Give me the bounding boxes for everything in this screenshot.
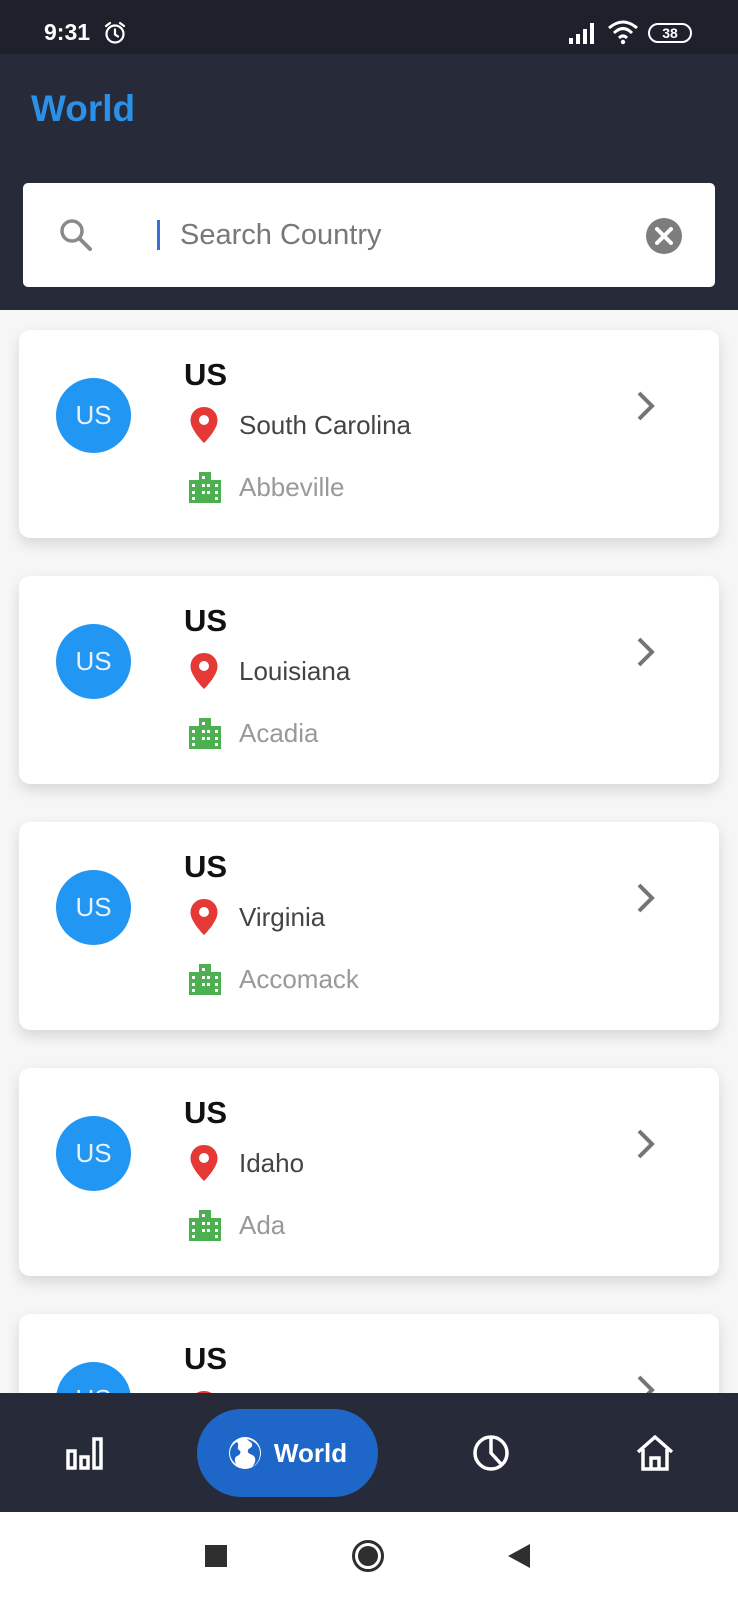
county-name: Abbeville [239,472,345,502]
app-header: World [0,54,738,310]
county-name: Acadia [239,718,319,748]
bottom-navigation: World [0,1393,738,1512]
bar-chart-icon [66,1436,103,1470]
nav-home[interactable] [626,1393,684,1512]
search-bar[interactable] [23,183,715,287]
home-button-icon[interactable] [351,1539,385,1573]
state-name: South Carolina [239,410,411,440]
location-card[interactable]: US US Idaho Ada [19,1068,719,1276]
state-name: Idaho [239,1148,305,1178]
status-bar: 9:31 38 [0,0,738,54]
pie-chart-icon [473,1434,509,1471]
wifi-icon [608,20,638,45]
nav-stats[interactable] [56,1393,114,1512]
location-card[interactable]: US US Louisiana Acadia [19,576,719,784]
nav-world[interactable]: World [197,1409,378,1497]
county-name: Ada [239,1210,286,1240]
back-icon[interactable] [507,1543,531,1569]
building-icon [189,718,221,749]
status-time: 9:31 [44,19,91,45]
recent-apps-icon[interactable] [205,1545,227,1567]
chevron-right-icon[interactable] [633,1127,659,1161]
country-avatar: US [56,1362,131,1393]
signal-icon [569,23,594,44]
page-title: World [31,88,136,129]
alarm-icon [104,21,126,44]
chevron-right-icon[interactable] [633,1373,659,1393]
battery-indicator: 38 [648,23,692,43]
location-card[interactable]: US US Virginia Accomack [19,822,719,1030]
country-name: US [184,1095,228,1130]
search-icon [60,219,92,251]
home-icon [636,1434,674,1471]
nav-world-label: World [273,1437,348,1468]
building-icon [189,1210,221,1241]
state-name: Virginia [239,902,326,932]
building-icon [189,472,221,503]
location-card[interactable]: US US [19,1314,719,1393]
location-card[interactable]: US US South Carolina Abbeville [19,330,719,538]
location-pin-icon [190,653,218,689]
location-pin-icon [190,1145,218,1181]
globe-icon [228,1437,261,1469]
location-pin-icon [190,899,218,935]
country-name: US [184,357,228,392]
building-icon [189,964,221,995]
search-input[interactable] [156,211,630,259]
county-name: Accomack [239,964,359,994]
location-list: US US South Carolina Abbeville US US Lou… [0,310,738,1393]
state-name: Louisiana [239,656,351,686]
text-cursor [157,220,160,250]
country-avatar: US [56,1116,131,1191]
country-name: US [184,849,228,884]
location-pin-icon [190,407,218,443]
clear-search-icon[interactable] [645,217,683,255]
chevron-right-icon[interactable] [633,389,659,423]
country-name: US [184,1341,228,1376]
chevron-right-icon[interactable] [633,881,659,915]
country-name: US [184,603,228,638]
country-avatar: US [56,624,131,699]
country-avatar: US [56,378,131,453]
system-navigation-bar [0,1512,738,1600]
nav-charts[interactable] [462,1393,520,1512]
country-avatar: US [56,870,131,945]
chevron-right-icon[interactable] [633,635,659,669]
